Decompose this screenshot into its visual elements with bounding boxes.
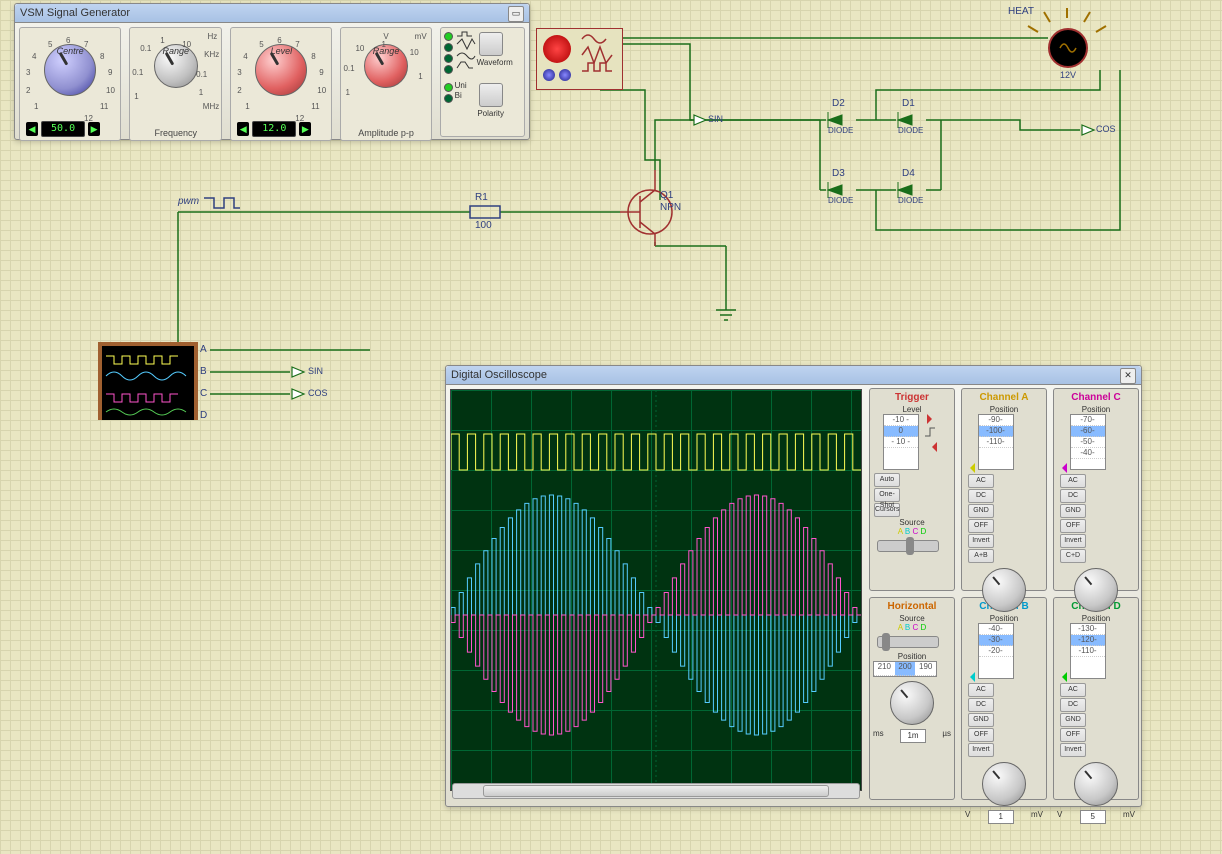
cha-pos[interactable]: -90- -100- -110- bbox=[978, 414, 1014, 470]
chd-pos[interactable]: -130- -120- -110- bbox=[1070, 623, 1106, 679]
label-r1-val: 100 bbox=[475, 220, 492, 231]
polarity-button[interactable] bbox=[479, 83, 503, 107]
label-q1: Q1 bbox=[660, 190, 673, 201]
sig-gen-symbol[interactable] bbox=[536, 28, 623, 90]
ch-a: A bbox=[200, 344, 207, 355]
trigger-panel: Trigger Level -10 - 0 - 10 - bbox=[869, 388, 955, 591]
label-d1: D1 bbox=[902, 98, 915, 109]
chc-pos[interactable]: -70- -60- -50- -40- bbox=[1070, 414, 1106, 470]
sig-gen-title: VSM Signal Generator bbox=[20, 4, 130, 22]
horizontal-panel: Horizontal Source A B C D Position 210 2… bbox=[869, 597, 955, 800]
oneshot-button[interactable]: One-Shot bbox=[874, 488, 900, 502]
label-d3: D3 bbox=[832, 168, 845, 179]
oscilloscope-window[interactable]: Digital Oscilloscope ✕ bbox=[445, 365, 1142, 807]
sig-gen-titlebar[interactable]: VSM Signal Generator ▭ bbox=[15, 4, 529, 23]
gen-port1-icon bbox=[543, 69, 555, 81]
label-sin-tap: SIN bbox=[708, 114, 723, 124]
horiz-knob[interactable] bbox=[890, 681, 934, 725]
level-value[interactable]: 12.0 bbox=[252, 121, 296, 137]
centre-panel: Centre 12 34 56 78 910 1112 ◀ 50.0 ▶ bbox=[19, 27, 121, 141]
horiz-pos[interactable]: 210 200 190 bbox=[873, 661, 937, 677]
ch-d: D bbox=[200, 410, 207, 421]
gen-knob-icon bbox=[543, 35, 571, 63]
trigger-level-scroll[interactable]: -10 - 0 - 10 - bbox=[883, 414, 919, 470]
scope-scrollbar[interactable] bbox=[452, 783, 860, 799]
scope-title: Digital Oscilloscope bbox=[451, 366, 547, 384]
label-pwm: pwm bbox=[178, 196, 199, 207]
amp-range-panel: Range mV V 10.1 101 101 Amplitude p-p bbox=[340, 27, 431, 141]
lamp-heat bbox=[1048, 28, 1088, 68]
chc-knob[interactable] bbox=[1074, 568, 1118, 612]
gen-port2-icon bbox=[559, 69, 571, 81]
scroll-thumb[interactable] bbox=[483, 785, 829, 797]
trigger-source-slider[interactable] bbox=[877, 540, 939, 552]
waveform-button[interactable] bbox=[479, 32, 503, 56]
ch-c: C bbox=[200, 388, 207, 399]
channel-d-panel: Channel D Position -130- -120- -110- AC … bbox=[1053, 597, 1139, 800]
label-d3t: DIODE bbox=[828, 196, 853, 205]
label-d2t: DIODE bbox=[828, 126, 853, 135]
label-d4: D4 bbox=[902, 168, 915, 179]
level-panel: Level 12 34 56 78 910 1112 ◀ 12.0 ▶ bbox=[230, 27, 332, 141]
cha-knob[interactable] bbox=[982, 568, 1026, 612]
centre-value[interactable]: 50.0 bbox=[41, 121, 85, 137]
ch-b: B bbox=[200, 366, 207, 377]
label-cos2: COS bbox=[308, 388, 328, 398]
chd-knob[interactable] bbox=[1074, 762, 1118, 806]
waveform-panel: Waveform Uni Bi Polarity bbox=[440, 27, 525, 137]
label-cos-tap: COS bbox=[1096, 124, 1116, 134]
chb-knob[interactable] bbox=[982, 762, 1026, 806]
label-sin2: SIN bbox=[308, 366, 323, 376]
horiz-source-slider[interactable] bbox=[877, 636, 939, 648]
amplitude-label: Amplitude p-p bbox=[341, 128, 430, 138]
channel-a-panel: Channel A Position -90- -100- -110- AC D… bbox=[961, 388, 1047, 591]
chb-pos[interactable]: -40- -30- -20- bbox=[978, 623, 1014, 679]
auto-button[interactable]: Auto bbox=[874, 473, 900, 487]
scope-titlebar[interactable]: Digital Oscilloscope ✕ bbox=[446, 366, 1141, 385]
label-lamp-v: 12V bbox=[1060, 70, 1076, 80]
channel-b-panel: Channel B Position -40- -30- -20- AC DC … bbox=[961, 597, 1047, 800]
close-icon[interactable]: ✕ bbox=[1120, 368, 1136, 384]
sig-gen-window[interactable]: VSM Signal Generator ▭ Centre 12 34 56 7… bbox=[14, 3, 530, 140]
close-icon[interactable]: ▭ bbox=[508, 6, 524, 22]
label-q1-type: NPN bbox=[660, 202, 681, 213]
scope-display[interactable] bbox=[450, 389, 862, 791]
label-d4t: DIODE bbox=[898, 196, 923, 205]
freq-range-panel: Range Hz KHz MHz 10.1 0.11 100.1 1 Frequ… bbox=[129, 27, 222, 141]
channel-c-panel: Channel C Position -70- -60- -50- -40- A… bbox=[1053, 388, 1139, 591]
frequency-label: Frequency bbox=[130, 128, 221, 138]
label-d1t: DIODE bbox=[898, 126, 923, 135]
cursors-button[interactable]: Cursors bbox=[874, 503, 900, 517]
label-r1: R1 bbox=[475, 192, 488, 203]
label-d2: D2 bbox=[832, 98, 845, 109]
label-heat: HEAT bbox=[1008, 6, 1034, 17]
